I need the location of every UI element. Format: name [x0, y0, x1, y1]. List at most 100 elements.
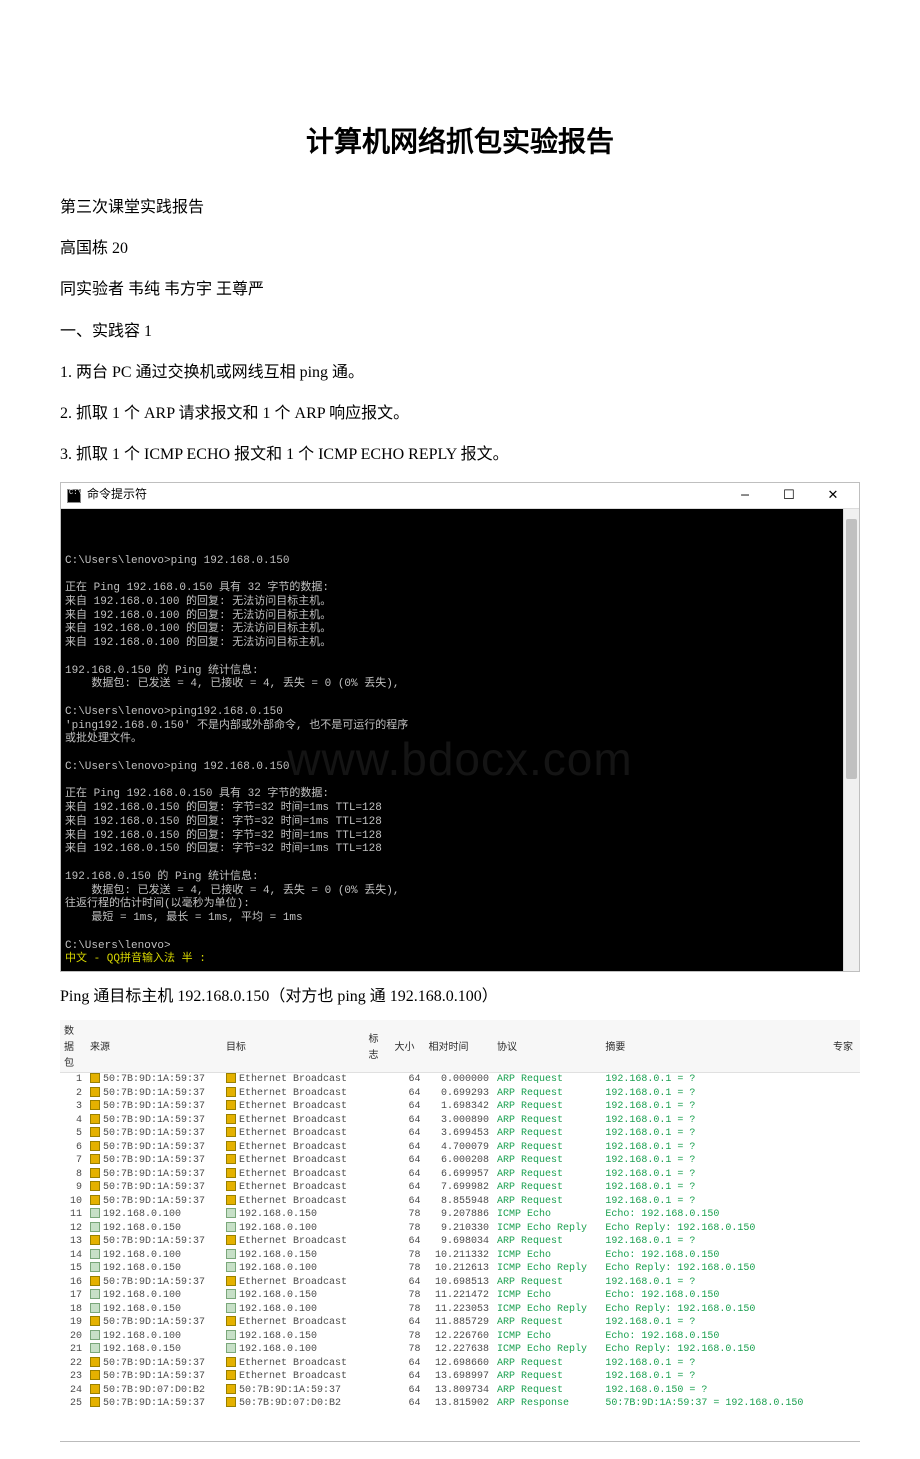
cell-protocol: ARP Request: [493, 1357, 601, 1371]
cell-dest: Ethernet Broadcast: [222, 1370, 365, 1384]
cell-source: 192.168.0.100: [86, 1208, 222, 1222]
column-header[interactable]: 来源: [86, 1020, 222, 1073]
table-row[interactable]: 18192.168.0.150192.168.0.1007811.223053I…: [60, 1303, 860, 1317]
scrollbar[interactable]: [843, 509, 859, 971]
cell-dest: Ethernet Broadcast: [222, 1235, 365, 1249]
table-row[interactable]: 11192.168.0.100192.168.0.150789.207886IC…: [60, 1208, 860, 1222]
ip-badge-icon: [90, 1208, 100, 1218]
column-header[interactable]: 目标: [222, 1020, 365, 1073]
cell-protocol: ARP Request: [493, 1235, 601, 1249]
cell-protocol: ICMP Echo Reply: [493, 1303, 601, 1317]
column-header[interactable]: 数据包: [60, 1020, 86, 1073]
column-header[interactable]: 摘要: [601, 1020, 829, 1073]
cell-flag: [365, 1154, 391, 1168]
terminal-line: 来自 192.168.0.100 的回复: 无法访问目标主机。: [65, 596, 839, 610]
cell-flag: [365, 1208, 391, 1222]
cell-size: 64: [391, 1141, 425, 1155]
table-row[interactable]: 450:7B:9D:1A:59:37Ethernet Broadcast643.…: [60, 1114, 860, 1128]
cell-summary: Echo: 192.168.0.150: [601, 1249, 829, 1263]
table-row[interactable]: 17192.168.0.100192.168.0.1507811.221472I…: [60, 1289, 860, 1303]
table-row[interactable]: 150:7B:9D:1A:59:37Ethernet Broadcast640.…: [60, 1073, 860, 1087]
cell-flag: [365, 1249, 391, 1263]
cell-size: 64: [391, 1316, 425, 1330]
cell-protocol: ICMP Echo: [493, 1249, 601, 1263]
table-row[interactable]: 2550:7B:9D:1A:59:3750:7B:9D:07:D0:B26413…: [60, 1397, 860, 1411]
cell-summary: 192.168.0.1 = ?: [601, 1235, 829, 1249]
terminal-output: C:\Users\lenovo>ping 192.168.0.150 正在 Pi…: [61, 509, 859, 971]
table-row[interactable]: 1050:7B:9D:1A:59:37Ethernet Broadcast648…: [60, 1195, 860, 1209]
table-row[interactable]: 850:7B:9D:1A:59:37Ethernet Broadcast646.…: [60, 1168, 860, 1182]
cell-index: 2: [60, 1087, 86, 1101]
paragraph: 第三次课堂实践报告: [60, 190, 860, 225]
maximize-button[interactable]: ☐: [767, 484, 811, 508]
table-row[interactable]: 350:7B:9D:1A:59:37Ethernet Broadcast641.…: [60, 1100, 860, 1114]
table-row[interactable]: 20192.168.0.100192.168.0.1507812.226760I…: [60, 1330, 860, 1344]
cell-dest: 50:7B:9D:1A:59:37: [222, 1384, 365, 1398]
column-header[interactable]: 协议: [493, 1020, 601, 1073]
mac-badge-icon: [226, 1195, 236, 1205]
cell-expert: [829, 1343, 860, 1357]
terminal-line: 来自 192.168.0.100 的回复: 无法访问目标主机。: [65, 623, 839, 637]
cmd-icon: [67, 489, 81, 503]
close-button[interactable]: ✕: [811, 484, 855, 508]
cell-dest: 50:7B:9D:07:D0:B2: [222, 1397, 365, 1411]
cell-index: 11: [60, 1208, 86, 1222]
paragraph: 高国栋 20: [60, 231, 860, 266]
cell-index: 4: [60, 1114, 86, 1128]
table-row[interactable]: 550:7B:9D:1A:59:37Ethernet Broadcast643.…: [60, 1127, 860, 1141]
ip-badge-icon: [226, 1343, 236, 1353]
column-header[interactable]: 大小: [391, 1020, 425, 1073]
cell-index: 9: [60, 1181, 86, 1195]
table-row[interactable]: 650:7B:9D:1A:59:37Ethernet Broadcast644.…: [60, 1141, 860, 1155]
table-row[interactable]: 1950:7B:9D:1A:59:37Ethernet Broadcast641…: [60, 1316, 860, 1330]
table-row[interactable]: 1350:7B:9D:1A:59:37Ethernet Broadcast649…: [60, 1235, 860, 1249]
mac-badge-icon: [90, 1235, 100, 1245]
cell-expert: [829, 1141, 860, 1155]
mac-badge-icon: [226, 1370, 236, 1380]
cell-summary: Echo Reply: 192.168.0.150: [601, 1262, 829, 1276]
table-row[interactable]: 2250:7B:9D:1A:59:37Ethernet Broadcast641…: [60, 1357, 860, 1371]
minimize-button[interactable]: ─: [723, 484, 767, 508]
cell-index: 20: [60, 1330, 86, 1344]
cell-flag: [365, 1141, 391, 1155]
cell-index: 12: [60, 1222, 86, 1236]
cell-index: 22: [60, 1357, 86, 1371]
terminal-line: C:\Users\lenovo>ping 192.168.0.150: [65, 555, 839, 569]
terminal-line: C:\Users\lenovo>ping192.168.0.150: [65, 706, 839, 720]
cell-expert: [829, 1222, 860, 1236]
column-header[interactable]: 标志: [365, 1020, 391, 1073]
cell-index: 15: [60, 1262, 86, 1276]
table-row[interactable]: 2350:7B:9D:1A:59:37Ethernet Broadcast641…: [60, 1370, 860, 1384]
column-header[interactable]: 专家: [829, 1020, 860, 1073]
cell-protocol: ARP Request: [493, 1370, 601, 1384]
cell-dest: Ethernet Broadcast: [222, 1087, 365, 1101]
cell-flag: [365, 1357, 391, 1371]
cell-source: 50:7B:9D:1A:59:37: [86, 1181, 222, 1195]
mac-badge-icon: [226, 1276, 236, 1286]
cell-time: 13.698997: [425, 1370, 494, 1384]
ip-badge-icon: [90, 1222, 100, 1232]
cell-size: 64: [391, 1370, 425, 1384]
cell-expert: [829, 1127, 860, 1141]
table-row[interactable]: 15192.168.0.150192.168.0.1007810.212613I…: [60, 1262, 860, 1276]
cell-flag: [365, 1087, 391, 1101]
table-row[interactable]: 950:7B:9D:1A:59:37Ethernet Broadcast647.…: [60, 1181, 860, 1195]
cell-source: 50:7B:9D:1A:59:37: [86, 1127, 222, 1141]
table-row[interactable]: 2450:7B:9D:07:D0:B250:7B:9D:1A:59:376413…: [60, 1384, 860, 1398]
cell-protocol: ICMP Echo: [493, 1330, 601, 1344]
table-row[interactable]: 1650:7B:9D:1A:59:37Ethernet Broadcast641…: [60, 1276, 860, 1290]
table-row[interactable]: 21192.168.0.150192.168.0.1007812.227638I…: [60, 1343, 860, 1357]
table-row[interactable]: 14192.168.0.100192.168.0.1507810.211332I…: [60, 1249, 860, 1263]
mac-badge-icon: [90, 1195, 100, 1205]
terminal-line: 正在 Ping 192.168.0.150 具有 32 字节的数据:: [65, 582, 839, 596]
cell-expert: [829, 1330, 860, 1344]
scroll-thumb[interactable]: [846, 519, 857, 779]
column-header[interactable]: 相对时间: [425, 1020, 494, 1073]
document-body: 第三次课堂实践报告 高国栋 20 同实验者 韦纯 韦方宇 王尊严 一、实践容 1…: [60, 190, 860, 472]
terminal-line: 来自 192.168.0.150 的回复: 字节=32 时间=1ms TTL=1…: [65, 802, 839, 816]
table-row[interactable]: 12192.168.0.150192.168.0.100789.210330IC…: [60, 1222, 860, 1236]
mac-badge-icon: [90, 1357, 100, 1367]
table-row[interactable]: 250:7B:9D:1A:59:37Ethernet Broadcast640.…: [60, 1087, 860, 1101]
cell-summary: Echo: 192.168.0.150: [601, 1289, 829, 1303]
table-row[interactable]: 750:7B:9D:1A:59:37Ethernet Broadcast646.…: [60, 1154, 860, 1168]
